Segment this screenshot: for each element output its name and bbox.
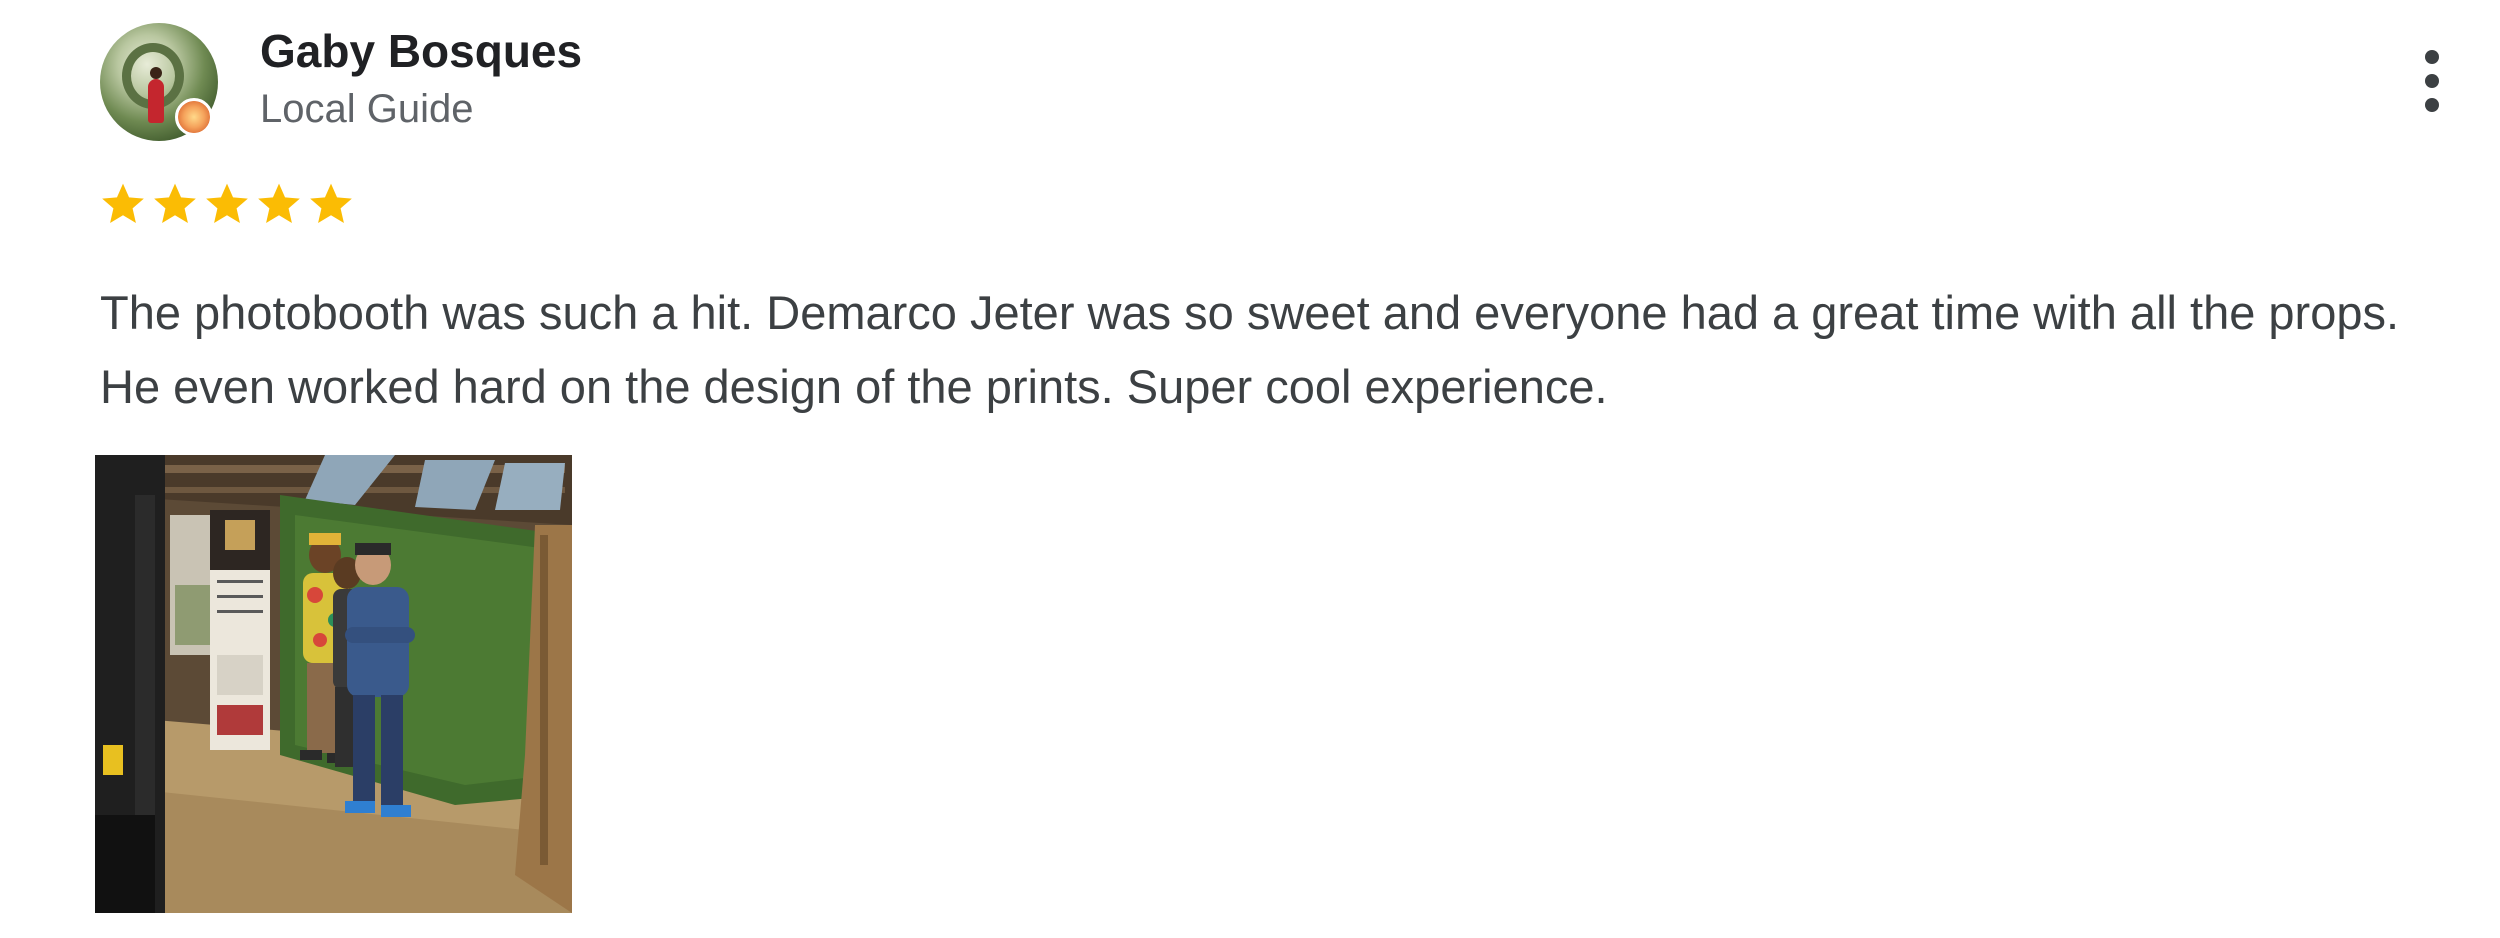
- star-icon: [102, 183, 144, 223]
- more-vert-icon-dot: [2425, 74, 2439, 88]
- review-text: The photobooth was such a hit. Demarco J…: [100, 286, 2400, 413]
- avatar-figure-dress: [148, 79, 164, 123]
- more-options-button[interactable]: [2410, 46, 2454, 116]
- more-vert-icon-dot: [2425, 98, 2439, 112]
- local-guide-badge-icon: [175, 98, 213, 136]
- avatar-figure-head: [150, 67, 162, 79]
- review-photo[interactable]: [95, 455, 572, 913]
- more-vert-icon: [2425, 50, 2439, 64]
- review-photo-image: [95, 455, 572, 913]
- star-icon: [206, 183, 248, 223]
- reviewer-subtitle: Local Guide: [260, 87, 474, 131]
- star-icon: [310, 183, 352, 223]
- reviewer-name[interactable]: Gaby Bosques: [260, 24, 582, 78]
- star-rating: [98, 178, 356, 238]
- star-icon: [154, 183, 196, 223]
- star-icon: [258, 183, 300, 223]
